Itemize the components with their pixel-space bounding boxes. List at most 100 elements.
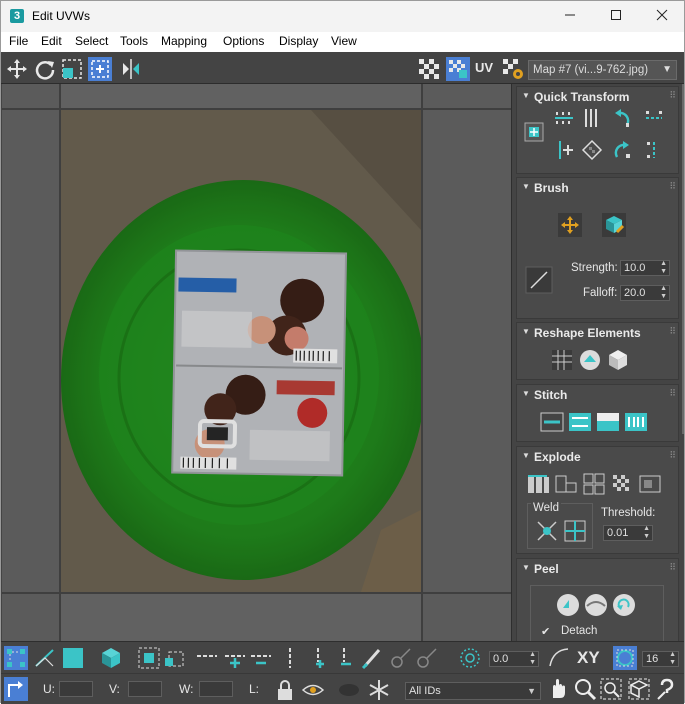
set-pivot-icon[interactable] <box>523 121 545 143</box>
spinner-arrows-icon[interactable]: ▲▼ <box>669 651 676 667</box>
drag-handle-icon[interactable]: ⠿ <box>669 181 675 192</box>
grow-ring-icon[interactable] <box>308 646 332 670</box>
freeform-mode-icon[interactable] <box>88 57 112 81</box>
stitch-average-icon[interactable] <box>595 409 621 435</box>
straighten-selection-icon[interactable] <box>581 139 603 161</box>
absolute-offset-toggle-icon[interactable] <box>4 677 28 701</box>
stitch-to-target-icon[interactable] <box>567 409 593 435</box>
break-by-material-icon[interactable] <box>553 471 579 497</box>
material-ids-dropdown[interactable]: All IDs ▼ <box>405 682 541 700</box>
move-icon[interactable] <box>5 57 29 81</box>
shrink-loop-icon[interactable] <box>249 646 273 670</box>
stitch-to-source-icon[interactable] <box>623 409 649 435</box>
edge-loop-icon[interactable] <box>195 646 219 670</box>
drag-handle-icon[interactable]: ⠿ <box>669 388 675 399</box>
lock-icon[interactable] <box>273 678 297 702</box>
falloff-type-icon[interactable] <box>547 646 571 670</box>
peel-header[interactable]: ▼ Peel ⠿ <box>517 559 680 579</box>
element-mode-icon[interactable] <box>99 646 123 670</box>
map-settings-icon[interactable] <box>501 57 525 81</box>
uv-toggle[interactable]: UV <box>475 60 499 84</box>
drag-handle-icon[interactable]: ⠿ <box>669 326 675 337</box>
zoom-extents-icon[interactable] <box>627 677 651 701</box>
falloff-space-xy[interactable]: XY <box>577 648 600 668</box>
menu-display[interactable]: Display <box>279 34 318 48</box>
align-to-edge-icon[interactable] <box>553 139 575 161</box>
weld-selected-icon[interactable] <box>534 518 560 544</box>
freeze-toggle-icon[interactable] <box>337 678 361 702</box>
rotate-ccw-icon[interactable] <box>611 107 633 129</box>
rectangularize-icon[interactable] <box>605 347 631 373</box>
grow-selection-icon[interactable] <box>137 646 161 670</box>
stitch-header[interactable]: ▼ Stitch ⠿ <box>517 385 680 405</box>
peel-mode-icon[interactable] <box>583 592 609 618</box>
menu-select[interactable]: Select <box>75 34 108 48</box>
weld-all-icon[interactable] <box>562 518 588 544</box>
grow-loop-icon[interactable] <box>223 646 247 670</box>
w-coord-field[interactable] <box>199 681 233 697</box>
falloff-count-spinner[interactable]: 16▲▼ <box>642 651 679 667</box>
drag-handle-icon[interactable]: ⠿ <box>669 450 675 461</box>
pan-hand-icon[interactable] <box>546 677 570 701</box>
minimize-button[interactable] <box>547 1 593 32</box>
reshape-elements-header[interactable]: ▼ Reshape Elements ⠿ <box>517 323 680 343</box>
checker-pattern-icon[interactable] <box>417 57 441 81</box>
zoom-icon[interactable] <box>573 677 597 701</box>
rotate-cw-icon[interactable] <box>611 139 633 161</box>
hide-show-icon[interactable] <box>301 678 325 702</box>
help-icon[interactable] <box>655 677 679 701</box>
polygon-mode-icon[interactable] <box>61 646 85 670</box>
show-map-icon[interactable] <box>446 57 470 81</box>
align-vertical-icon[interactable] <box>581 107 603 129</box>
strength-spinner[interactable]: 10.0▲▼ <box>620 260 670 276</box>
quick-transform-header[interactable]: ▼ Quick Transform ⠿ <box>517 87 680 107</box>
menu-tools[interactable]: Tools <box>120 34 148 48</box>
uv-editor-viewport[interactable] <box>2 84 511 641</box>
explode-header[interactable]: ▼ Explode ⠿ <box>517 447 680 467</box>
edge-mode-icon[interactable] <box>33 646 57 670</box>
drag-handle-icon[interactable]: ⠿ <box>669 562 675 573</box>
shrink-brush-icon[interactable] <box>415 646 439 670</box>
stitch-custom-icon[interactable] <box>539 409 565 435</box>
freeze-icon[interactable] <box>367 678 391 702</box>
vertex-mode-icon[interactable] <box>4 646 28 670</box>
break-by-smoothing-icon[interactable] <box>525 471 551 497</box>
zoom-region-icon[interactable] <box>599 677 623 701</box>
space-vertical-icon[interactable] <box>643 139 665 161</box>
relax-brush-icon[interactable] <box>601 212 627 238</box>
falloff-curve-icon[interactable] <box>525 266 553 294</box>
spinner-arrows-icon[interactable]: ▲▼ <box>660 260 667 276</box>
break-selection-icon[interactable] <box>609 471 635 497</box>
menu-file[interactable]: File <box>9 34 28 48</box>
mirror-icon[interactable] <box>119 57 143 81</box>
falloff-spinner[interactable]: 0.0▲▼ <box>489 651 539 667</box>
edge-ring-icon[interactable] <box>280 646 304 670</box>
relax-icon[interactable] <box>577 347 603 373</box>
limit-selection-icon[interactable] <box>613 646 637 670</box>
flatten-icon[interactable] <box>637 471 663 497</box>
close-button[interactable] <box>639 1 685 32</box>
drag-handle-icon[interactable]: ⠿ <box>669 90 675 101</box>
u-coord-field[interactable] <box>59 681 93 697</box>
align-horizontal-icon[interactable] <box>553 107 575 129</box>
menu-options[interactable]: Options <box>223 34 264 48</box>
break-by-polygroup-icon[interactable] <box>581 471 607 497</box>
reset-peel-icon[interactable] <box>611 592 637 618</box>
spinner-arrows-icon[interactable]: ▲▼ <box>643 525 650 541</box>
panel-scrollbar[interactable] <box>682 84 684 434</box>
shrink-ring-icon[interactable] <box>334 646 358 670</box>
menu-mapping[interactable]: Mapping <box>161 34 207 48</box>
shrink-selection-icon[interactable] <box>163 646 187 670</box>
rotate-icon[interactable] <box>33 57 57 81</box>
soft-selection-icon[interactable] <box>458 646 482 670</box>
texture-map-dropdown[interactable]: Map #7 (vi...9-762.jpg) ▼ <box>528 60 677 80</box>
spinner-arrows-icon[interactable]: ▲▼ <box>660 285 667 301</box>
paint-select-icon[interactable] <box>361 646 385 670</box>
grid-align-icon[interactable] <box>549 347 575 373</box>
spinner-arrows-icon[interactable]: ▲▼ <box>529 651 536 667</box>
menu-edit[interactable]: Edit <box>41 34 62 48</box>
falloff-spinner[interactable]: 20.0▲▼ <box>620 285 670 301</box>
menu-view[interactable]: View <box>331 34 357 48</box>
scale-icon[interactable] <box>60 57 84 81</box>
detach-checkbox[interactable]: ✔ <box>541 626 553 638</box>
